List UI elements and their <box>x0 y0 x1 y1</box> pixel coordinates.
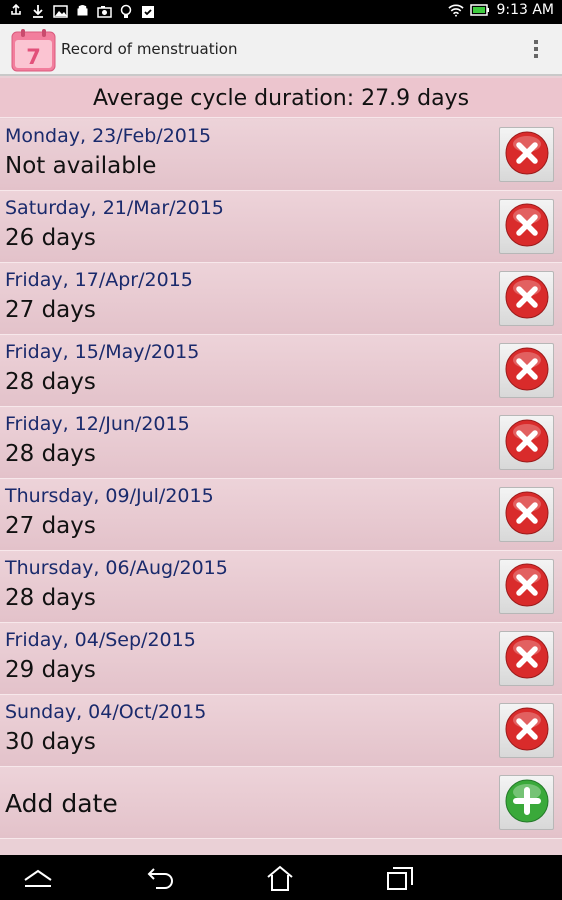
record-duration: 29 days <box>5 657 96 683</box>
add-icon <box>504 778 550 828</box>
delete-button[interactable] <box>499 343 554 398</box>
battery-icon <box>470 2 490 18</box>
delete-button[interactable] <box>499 559 554 614</box>
record-row[interactable]: Friday, 17/Apr/2015 27 days <box>0 263 562 335</box>
record-date: Thursday, 06/Aug/2015 <box>5 557 228 579</box>
record-date: Saturday, 21/Mar/2015 <box>5 197 224 219</box>
delete-button[interactable] <box>499 487 554 542</box>
record-date: Thursday, 09/Jul/2015 <box>5 485 214 507</box>
status-bar: 9:13 AM <box>0 0 562 24</box>
delete-button[interactable] <box>499 415 554 470</box>
record-row[interactable]: Friday, 04/Sep/2015 29 days <box>0 623 562 695</box>
notification-icons <box>8 3 156 19</box>
delete-button[interactable] <box>499 199 554 254</box>
android-icon <box>74 3 90 19</box>
record-date: Monday, 23/Feb/2015 <box>5 125 212 147</box>
calendar-day-number: 7 <box>26 45 41 69</box>
delete-icon <box>504 490 550 540</box>
record-duration: 30 days <box>5 729 96 755</box>
record-date: Friday, 17/Apr/2015 <box>5 269 193 291</box>
clock: 9:13 AM <box>496 2 554 18</box>
record-date: Friday, 04/Sep/2015 <box>5 629 196 651</box>
camera-icon <box>96 3 112 19</box>
add-date-label: Add date <box>5 789 118 818</box>
record-date: Sunday, 04/Oct/2015 <box>5 701 207 723</box>
clipboard-icon <box>140 3 156 19</box>
record-duration: 26 days <box>5 225 96 251</box>
delete-icon <box>504 346 550 396</box>
delete-button[interactable] <box>499 127 554 182</box>
bulb-icon <box>118 3 134 19</box>
record-duration: 28 days <box>5 585 96 611</box>
usb-icon <box>8 3 24 19</box>
add-date-row[interactable]: Add date <box>0 767 562 839</box>
delete-icon <box>504 130 550 180</box>
record-row[interactable]: Thursday, 06/Aug/2015 28 days <box>0 551 562 623</box>
home-icon[interactable] <box>263 863 297 893</box>
delete-icon <box>504 634 550 684</box>
delete-icon <box>504 418 550 468</box>
overflow-menu-icon[interactable] <box>532 38 540 62</box>
record-row[interactable]: Friday, 15/May/2015 28 days <box>0 335 562 407</box>
recent-apps-icon[interactable] <box>383 863 417 893</box>
back-icon[interactable] <box>144 863 178 893</box>
delete-icon <box>504 202 550 252</box>
record-row[interactable]: Friday, 12/Jun/2015 28 days <box>0 407 562 479</box>
delete-button[interactable] <box>499 271 554 326</box>
recent-apps-chevron-icon[interactable] <box>21 863 55 893</box>
action-bar: 7 Record of menstruation <box>0 24 562 76</box>
delete-button[interactable] <box>499 703 554 758</box>
delete-icon <box>504 562 550 612</box>
record-row[interactable]: Sunday, 04/Oct/2015 30 days <box>0 695 562 767</box>
record-date: Friday, 15/May/2015 <box>5 341 200 363</box>
delete-icon <box>504 706 550 756</box>
record-row[interactable]: Thursday, 09/Jul/2015 27 days <box>0 479 562 551</box>
app-title: Record of menstruation <box>61 40 238 58</box>
record-duration: 27 days <box>5 297 96 323</box>
record-duration: Not available <box>5 153 157 179</box>
calendar-app-icon[interactable]: 7 <box>11 28 56 72</box>
record-duration: 28 days <box>5 369 96 395</box>
record-date: Friday, 12/Jun/2015 <box>5 413 190 435</box>
delete-icon <box>504 274 550 324</box>
download-icon <box>30 3 46 19</box>
record-duration: 28 days <box>5 441 96 467</box>
record-row[interactable]: Monday, 23/Feb/2015 Not available <box>0 119 562 191</box>
wifi-icon <box>448 2 465 18</box>
image-icon <box>52 3 68 19</box>
navigation-bar <box>0 855 562 900</box>
record-duration: 27 days <box>5 513 96 539</box>
records-list: Monday, 23/Feb/2015 Not available Saturd… <box>0 119 562 839</box>
delete-button[interactable] <box>499 631 554 686</box>
record-row[interactable]: Saturday, 21/Mar/2015 26 days <box>0 191 562 263</box>
add-date-button[interactable] <box>499 775 554 830</box>
average-cycle-summary: Average cycle duration: 27.9 days <box>0 78 562 118</box>
